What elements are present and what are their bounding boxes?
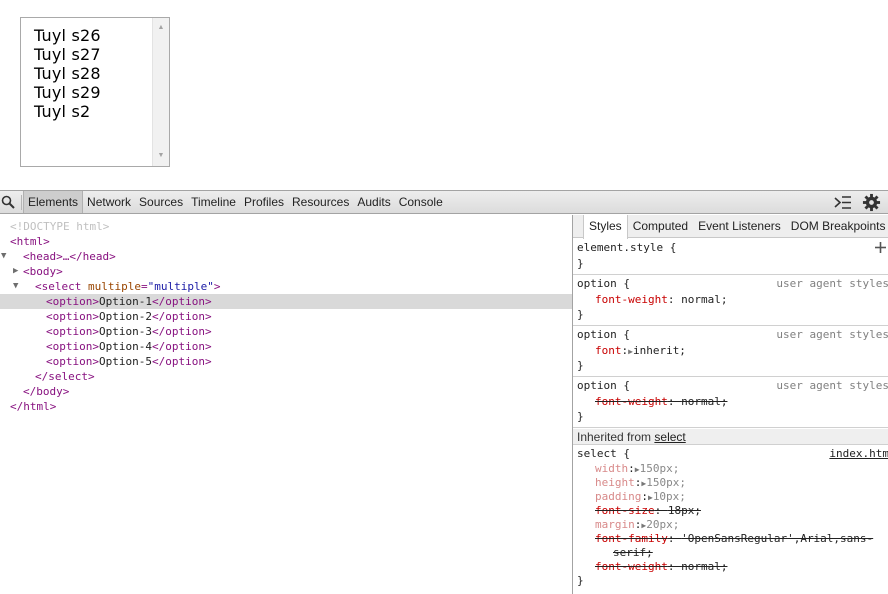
show-drawer-icon[interactable] [834, 195, 852, 210]
inherited-from-header: Inherited from select [573, 429, 888, 445]
listbox-option[interactable]: Tuyl s2 [34, 102, 101, 121]
search-icon[interactable] [1, 195, 15, 209]
tab-elements[interactable]: Elements [23, 191, 84, 213]
scroll-down-arrow-icon[interactable]: ▼ [153, 148, 169, 164]
dom-node-html-close[interactable]: </html> [0, 399, 572, 414]
css-rule-select[interactable]: select { index.htm width:▶150px; height:… [573, 446, 888, 587]
page-preview: Tuyl s26 Tuyl s27 Tuyl s28 Tuyl s29 Tuyl… [0, 0, 888, 190]
sidebar-tabs: Styles Computed Event Listeners DOM Brea… [573, 215, 888, 239]
listbox-option[interactable]: Tuyl s26 [34, 26, 101, 45]
dom-node-html[interactable]: ▼ <html> [0, 234, 572, 261]
dom-node-option[interactable]: <option>Option-3</option> [0, 324, 572, 339]
inherited-select-link[interactable]: select [654, 430, 685, 444]
listbox-option[interactable]: Tuyl s27 [34, 45, 101, 64]
rule-source: user agent styles [776, 328, 888, 341]
rule-source: user agent styles [776, 277, 888, 290]
element-style-rule[interactable]: element.style { } [573, 239, 888, 275]
dom-node-select-close[interactable]: </select> [0, 369, 572, 384]
dom-node-option[interactable]: <option>Option-5</option> [0, 354, 572, 369]
tab-event-listeners[interactable]: Event Listeners [693, 215, 786, 238]
styles-sidebar: Styles Computed Event Listeners DOM Brea… [572, 215, 888, 594]
tab-console[interactable]: Console [395, 191, 447, 213]
tab-audits[interactable]: Audits [353, 191, 394, 213]
tab-timeline[interactable]: Timeline [187, 191, 240, 213]
dom-node-select[interactable]: ▼ <select multiple="multiple"> [0, 279, 572, 306]
tab-dom-breakpoints[interactable]: DOM Breakpoints [786, 215, 888, 238]
css-rule-option[interactable]: option { user agent styles font-weight: … [573, 276, 888, 326]
tab-sources[interactable]: Sources [135, 191, 187, 213]
tab-styles[interactable]: Styles [583, 215, 628, 239]
gear-icon[interactable] [862, 193, 881, 212]
tab-network[interactable]: Network [83, 191, 135, 213]
rule-source: user agent styles [776, 379, 888, 392]
stylesheet-link[interactable]: index.htm [829, 447, 888, 461]
tab-resources[interactable]: Resources [288, 191, 353, 213]
listbox-option[interactable]: Tuyl s29 [34, 83, 101, 102]
dom-node-head[interactable]: ▶ <head>…</head> [0, 249, 572, 276]
dom-node-option[interactable]: <option>Option-2</option> [0, 309, 572, 324]
add-rule-icon[interactable] [875, 242, 886, 253]
dom-node-body-close[interactable]: </body> [0, 384, 572, 399]
css-rule-option[interactable]: option { user agent styles font:▶inherit… [573, 327, 888, 377]
listbox-option[interactable]: Tuyl s28 [34, 64, 101, 83]
tab-profiles[interactable]: Profiles [240, 191, 288, 213]
dom-node-option[interactable]: <option>Option-4</option> [0, 339, 572, 354]
scroll-up-arrow-icon[interactable]: ▲ [153, 20, 169, 36]
devtools-toolbar: Elements Network Sources Timeline Profil… [0, 191, 888, 214]
multi-select-listbox[interactable]: Tuyl s26 Tuyl s27 Tuyl s28 Tuyl s29 Tuyl… [20, 17, 170, 167]
dom-tree[interactable]: <!DOCTYPE html> ▼ <html> ▶ <head>…</head… [0, 215, 572, 594]
toolbar-divider [21, 195, 22, 210]
css-rule-option[interactable]: option { user agent styles font-weight: … [573, 378, 888, 428]
dom-node-option[interactable]: <option>Option-1</option> [0, 294, 572, 309]
dom-node-body[interactable]: ▼ <body> [0, 264, 572, 291]
listbox-scrollbar[interactable]: ▲ ▼ [152, 18, 169, 166]
tab-computed[interactable]: Computed [628, 215, 693, 238]
devtools-panel: Elements Network Sources Timeline Profil… [0, 190, 888, 594]
dom-node-doctype[interactable]: <!DOCTYPE html> [0, 219, 572, 234]
